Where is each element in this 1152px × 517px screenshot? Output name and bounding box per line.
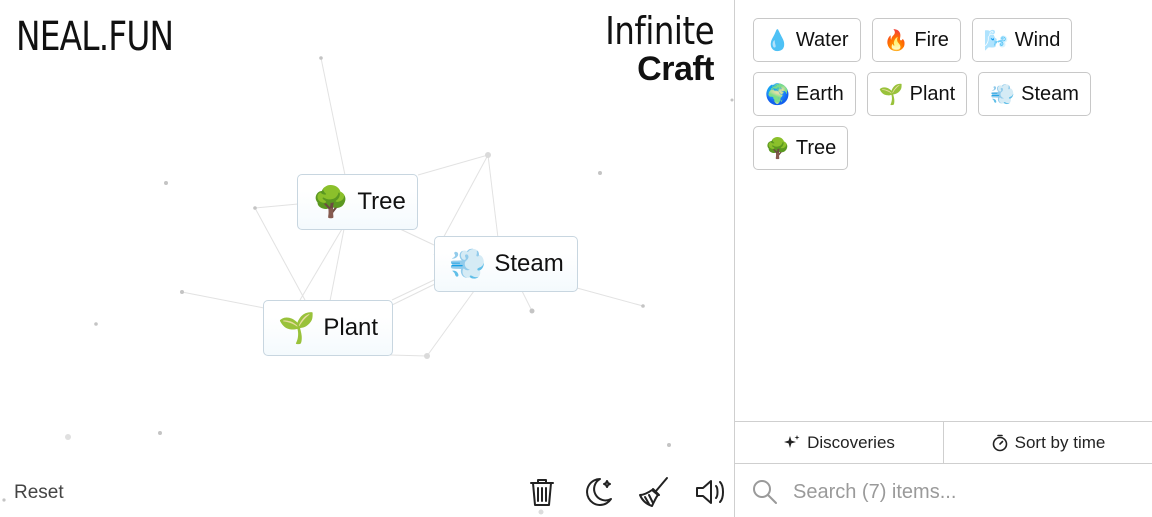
search-icon [753, 480, 777, 504]
canvas-item-label: Steam [494, 250, 564, 277]
plant-icon: 🌱 [278, 311, 316, 345]
search-input[interactable] [791, 479, 1125, 505]
sort-by-time-button[interactable]: Sort by time [944, 422, 1152, 463]
earth-icon: 🌍 [765, 83, 790, 106]
moon-icon[interactable] [580, 474, 616, 510]
reset-button[interactable]: Reset [14, 482, 64, 504]
sidebar-item-label: Plant [909, 82, 956, 105]
stopwatch-icon [992, 434, 1007, 451]
wind-icon: 🌬️ [983, 29, 1009, 52]
sidebar-item-fire[interactable]: 🔥 Fire [871, 18, 961, 62]
sidebar-item-water[interactable]: 💧 Water [753, 18, 861, 62]
canvas-item-plant[interactable]: 🌱 Plant [263, 300, 393, 356]
water-icon: 💧 [765, 29, 790, 52]
canvas-item-label: Tree [357, 188, 406, 215]
game-title-line2: Craft [637, 50, 714, 88]
speaker-icon[interactable] [692, 474, 728, 510]
plant-icon: 🌱 [878, 83, 904, 106]
tree-icon: 🌳 [312, 185, 350, 219]
canvas-item-tree[interactable]: 🌳 Tree [297, 174, 418, 230]
trash-icon[interactable] [524, 474, 560, 510]
sidebar-item-wind[interactable]: 🌬️ Wind [971, 18, 1073, 62]
game-title: Infinite Craft [586, 12, 714, 86]
fire-icon: 🔥 [883, 29, 909, 52]
sidebar-item-label: Tree [795, 136, 837, 159]
sidebar-item-earth[interactable]: 🌍 Earth [753, 72, 856, 116]
search-bar [751, 474, 1141, 510]
toolbar [524, 474, 728, 510]
site-logo[interactable]: NEAL.FUN [16, 14, 174, 60]
sidebar-item-label: Water [795, 28, 849, 51]
tree-icon: 🌳 [765, 137, 790, 160]
sidebar-item-label: Fire [914, 28, 949, 51]
sidebar-item-tree[interactable]: 🌳 Tree [753, 126, 849, 170]
discoveries-label: Discoveries [807, 432, 895, 452]
items-grid: 💧 Water 🔥 Fire 🌬️ Wind 🌍 Earth 🌱 Plant 💨… [753, 18, 1142, 170]
sparkles-icon [784, 434, 800, 448]
discoveries-button[interactable]: Discoveries [735, 422, 944, 463]
sidebar-item-steam[interactable]: 💨 Steam [978, 72, 1091, 116]
steam-icon: 💨 [990, 83, 1016, 106]
sidebar-item-plant[interactable]: 🌱 Plant [866, 72, 968, 116]
game-title-line1: Infinite [605, 9, 714, 53]
sidebar-item-label: Wind [1014, 28, 1061, 51]
canvas-item-steam[interactable]: 💨 Steam [434, 236, 578, 292]
broom-icon[interactable] [636, 474, 672, 510]
craft-canvas[interactable]: NEAL.FUN Infinite Craft 🌳 Tree 💨 Steam 🌱… [0, 0, 734, 517]
canvas-item-label: Plant [323, 314, 379, 341]
items-sidebar: 💧 Water 🔥 Fire 🌬️ Wind 🌍 Earth 🌱 Plant 💨… [734, 0, 1152, 517]
sidebar-item-label: Earth [795, 82, 844, 105]
sidebar-tabs: Discoveries Sort by time [735, 421, 1152, 464]
sidebar-item-label: Steam [1021, 82, 1079, 105]
steam-icon: 💨 [449, 247, 487, 281]
sort-by-time-label: Sort by time [1014, 432, 1106, 452]
